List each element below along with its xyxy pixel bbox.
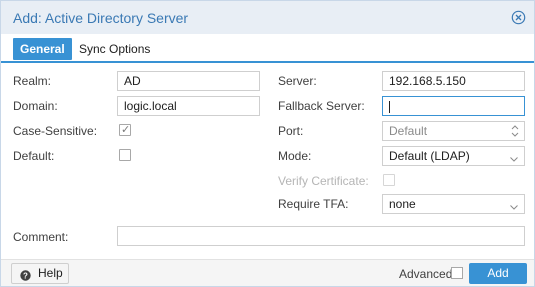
port-label: Port:	[278, 124, 304, 138]
port-placeholder: Default	[389, 124, 428, 138]
fallback-server-label: Fallback Server:	[278, 99, 365, 113]
default-checkbox[interactable]	[119, 149, 131, 161]
dialog-title: Add: Active Directory Server	[13, 10, 189, 26]
domain-field[interactable]: logic.local	[117, 96, 260, 116]
add-button[interactable]: Add	[469, 263, 527, 284]
tab-sync-options[interactable]: Sync Options	[72, 38, 157, 60]
checkmark-icon: ✓	[121, 124, 131, 136]
verify-certificate-label: Verify Certificate:	[278, 174, 369, 188]
chevron-down-icon	[509, 151, 519, 162]
advanced-label: Advanced	[399, 267, 453, 281]
help-label: Help	[38, 266, 63, 280]
text-caret	[389, 100, 390, 113]
mode-value: Default (LDAP)	[389, 149, 470, 163]
default-label: Default:	[13, 149, 55, 163]
comment-label: Comment:	[13, 230, 69, 244]
question-circle-icon: ?	[20, 268, 31, 281]
case-sensitive-checkbox[interactable]: ✓	[119, 124, 131, 136]
tab-bar: General Sync Options	[1, 34, 534, 62]
comment-field[interactable]	[117, 226, 525, 246]
ad-server-dialog: Add: Active Directory Server General Syn…	[0, 0, 535, 287]
spinner-arrows-icon[interactable]	[510, 123, 520, 139]
advanced-checkbox[interactable]	[451, 267, 463, 279]
require-tfa-value: none	[389, 197, 416, 211]
mode-label: Mode:	[278, 149, 312, 163]
verify-certificate-checkbox	[383, 174, 395, 186]
fallback-server-field[interactable]	[382, 96, 525, 116]
tab-general[interactable]: General	[13, 38, 72, 60]
form-body: Realm: AD Domain: logic.local Case-Sensi…	[1, 63, 534, 259]
case-sensitive-label: Case-Sensitive:	[13, 124, 98, 138]
server-field[interactable]: 192.168.5.150	[382, 71, 525, 91]
realm-field[interactable]: AD	[117, 71, 260, 91]
dialog-footer: ? Help Advanced Add	[1, 259, 534, 286]
help-button[interactable]: ? Help	[11, 263, 69, 284]
chevron-down-icon	[509, 199, 519, 210]
close-icon[interactable]	[511, 10, 526, 25]
require-tfa-label: Require TFA:	[278, 197, 349, 211]
require-tfa-select[interactable]: none	[382, 194, 525, 214]
domain-label: Domain:	[13, 99, 58, 113]
dialog-header: Add: Active Directory Server	[1, 1, 534, 34]
server-label: Server:	[278, 74, 317, 88]
mode-select[interactable]: Default (LDAP)	[382, 146, 525, 166]
port-spinner[interactable]: Default	[382, 121, 525, 141]
svg-text:?: ?	[23, 271, 28, 280]
realm-label: Realm:	[13, 74, 52, 88]
